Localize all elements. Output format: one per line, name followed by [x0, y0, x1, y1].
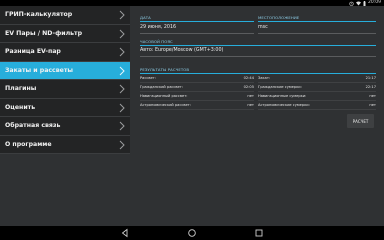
- result-label: Навигационные сумерки:: [258, 94, 307, 98]
- result-value: 22:17: [365, 85, 376, 89]
- row-divider: [258, 82, 376, 83]
- home-icon[interactable]: [187, 228, 197, 238]
- chevron-right-icon: [119, 66, 125, 75]
- result-value: 02:44: [243, 76, 254, 80]
- date-section-divider: [140, 21, 254, 22]
- chevron-right-icon: [119, 47, 125, 57]
- result-value: нет: [369, 94, 376, 98]
- result-label: Навигационный рассвет:: [140, 94, 188, 98]
- result-row-sunset: Закат: 21:17: [258, 75, 376, 81]
- date-field[interactable]: 29 июня, 2016: [140, 25, 176, 30]
- results-section-title: РЕЗУЛЬТАТЫ РАСЧЕТОВ: [140, 67, 190, 72]
- timezone-section-divider: [140, 45, 376, 46]
- sidebar-item-label: Закаты и рассветы: [5, 66, 74, 74]
- result-value: нет: [247, 94, 254, 98]
- sidebar-item-label: Оценить: [5, 103, 36, 111]
- result-row-civil-dawn: Гражданский рассвет: 02:05: [140, 84, 254, 90]
- chevron-right-icon: [119, 84, 125, 94]
- row-divider: [140, 82, 254, 83]
- calculate-button[interactable]: РАСЧЕТ: [347, 114, 374, 128]
- timezone-field[interactable]: Авто: Europe/Moscow (GMT+3:00): [140, 48, 223, 53]
- result-label: Гражданские сумерки:: [258, 85, 302, 89]
- chevron-right-icon: [119, 10, 125, 20]
- sidebar-item-label: ГРИП-калькулятор: [5, 11, 73, 18]
- sunrise-sunset-panel: ДАТА 29 июня, 2016 МЕСТОПОЛОЖЕНИЕ msc ЧА…: [136, 6, 384, 154]
- sidebar-item-plugins[interactable]: Плагины: [0, 80, 130, 99]
- timezone-section-title: ЧАСОВОЙ ПОЯС: [140, 39, 173, 44]
- sidebar-item-label: Обратная связь: [5, 122, 61, 129]
- battery-icon: [363, 0, 366, 6]
- sidebar-item-sunrise-sunset[interactable]: Закаты и рассветы: [0, 61, 130, 80]
- recents-icon[interactable]: [254, 228, 264, 238]
- location-field-underline: [258, 33, 376, 34]
- result-label: Гражданский рассвет:: [140, 85, 183, 89]
- chevron-right-icon: [119, 29, 125, 38]
- chevron-right-icon: [119, 140, 125, 149]
- result-row-astronomical-dusk: Астрономические сумерки: нет: [258, 102, 376, 108]
- result-label: Астрономические сумерки:: [258, 103, 310, 107]
- sidebar-item-ev-difference[interactable]: Разница EV-пар: [0, 43, 130, 62]
- timezone-field-underline: [140, 56, 376, 57]
- result-row-nautical-dusk: Навигационные сумерки: нет: [258, 93, 376, 99]
- sidebar-item-rate[interactable]: Оценить: [0, 99, 130, 117]
- row-divider: [258, 91, 376, 92]
- date-field-underline: [140, 33, 254, 34]
- row-divider: [140, 109, 254, 110]
- location-section-title: МЕСТОПОЛОЖЕНИЕ: [258, 15, 300, 20]
- alarm-icon: [349, 1, 354, 6]
- sidebar-item-feedback[interactable]: Обратная связь: [0, 117, 130, 136]
- back-icon[interactable]: [120, 228, 130, 238]
- result-label: Закат:: [258, 76, 271, 80]
- sidebar-item-dof-calculator[interactable]: ГРИП-калькулятор: [0, 6, 130, 25]
- result-value: нет: [369, 103, 376, 107]
- system-navigation-bar: [0, 226, 384, 240]
- sidebar-item-about[interactable]: О программе: [0, 136, 130, 154]
- sidebar-item-label: О программе: [5, 140, 52, 148]
- sidebar-item-label: Разница EV-пар: [5, 48, 61, 55]
- result-value: 21:17: [365, 76, 376, 80]
- results-section-divider: [140, 73, 376, 74]
- result-label: Рассвет:: [140, 76, 156, 80]
- result-row-astronomical-dawn: Астрономический рассвет: нет: [140, 102, 254, 108]
- wifi-icon: [356, 1, 362, 5]
- chevron-right-icon: [119, 121, 125, 131]
- date-section-title: ДАТА: [140, 15, 151, 20]
- row-divider: [258, 109, 376, 110]
- sidebar-item-label: EV Пары / ND-фильтр: [5, 29, 83, 37]
- chevron-right-icon: [119, 103, 125, 112]
- location-field[interactable]: msc: [258, 25, 268, 30]
- location-section-divider: [258, 21, 376, 22]
- result-row-nautical-dawn: Навигационный рассвет: нет: [140, 93, 254, 99]
- result-row-civil-dusk: Гражданские сумерки: 22:17: [258, 84, 376, 90]
- result-value: 02:05: [243, 85, 254, 89]
- sidebar: ГРИП-калькулятор EV Пары / ND-фильтр Раз…: [0, 6, 130, 154]
- result-label: Астрономический рассвет:: [140, 103, 191, 107]
- sidebar-item-label: Плагины: [5, 85, 37, 92]
- result-value: нет: [247, 103, 254, 107]
- row-divider: [140, 100, 254, 101]
- sidebar-item-ev-pairs[interactable]: EV Пары / ND-фильтр: [0, 25, 130, 43]
- row-divider: [258, 100, 376, 101]
- row-divider: [140, 91, 254, 92]
- result-row-sunrise: Рассвет: 02:44: [140, 75, 254, 81]
